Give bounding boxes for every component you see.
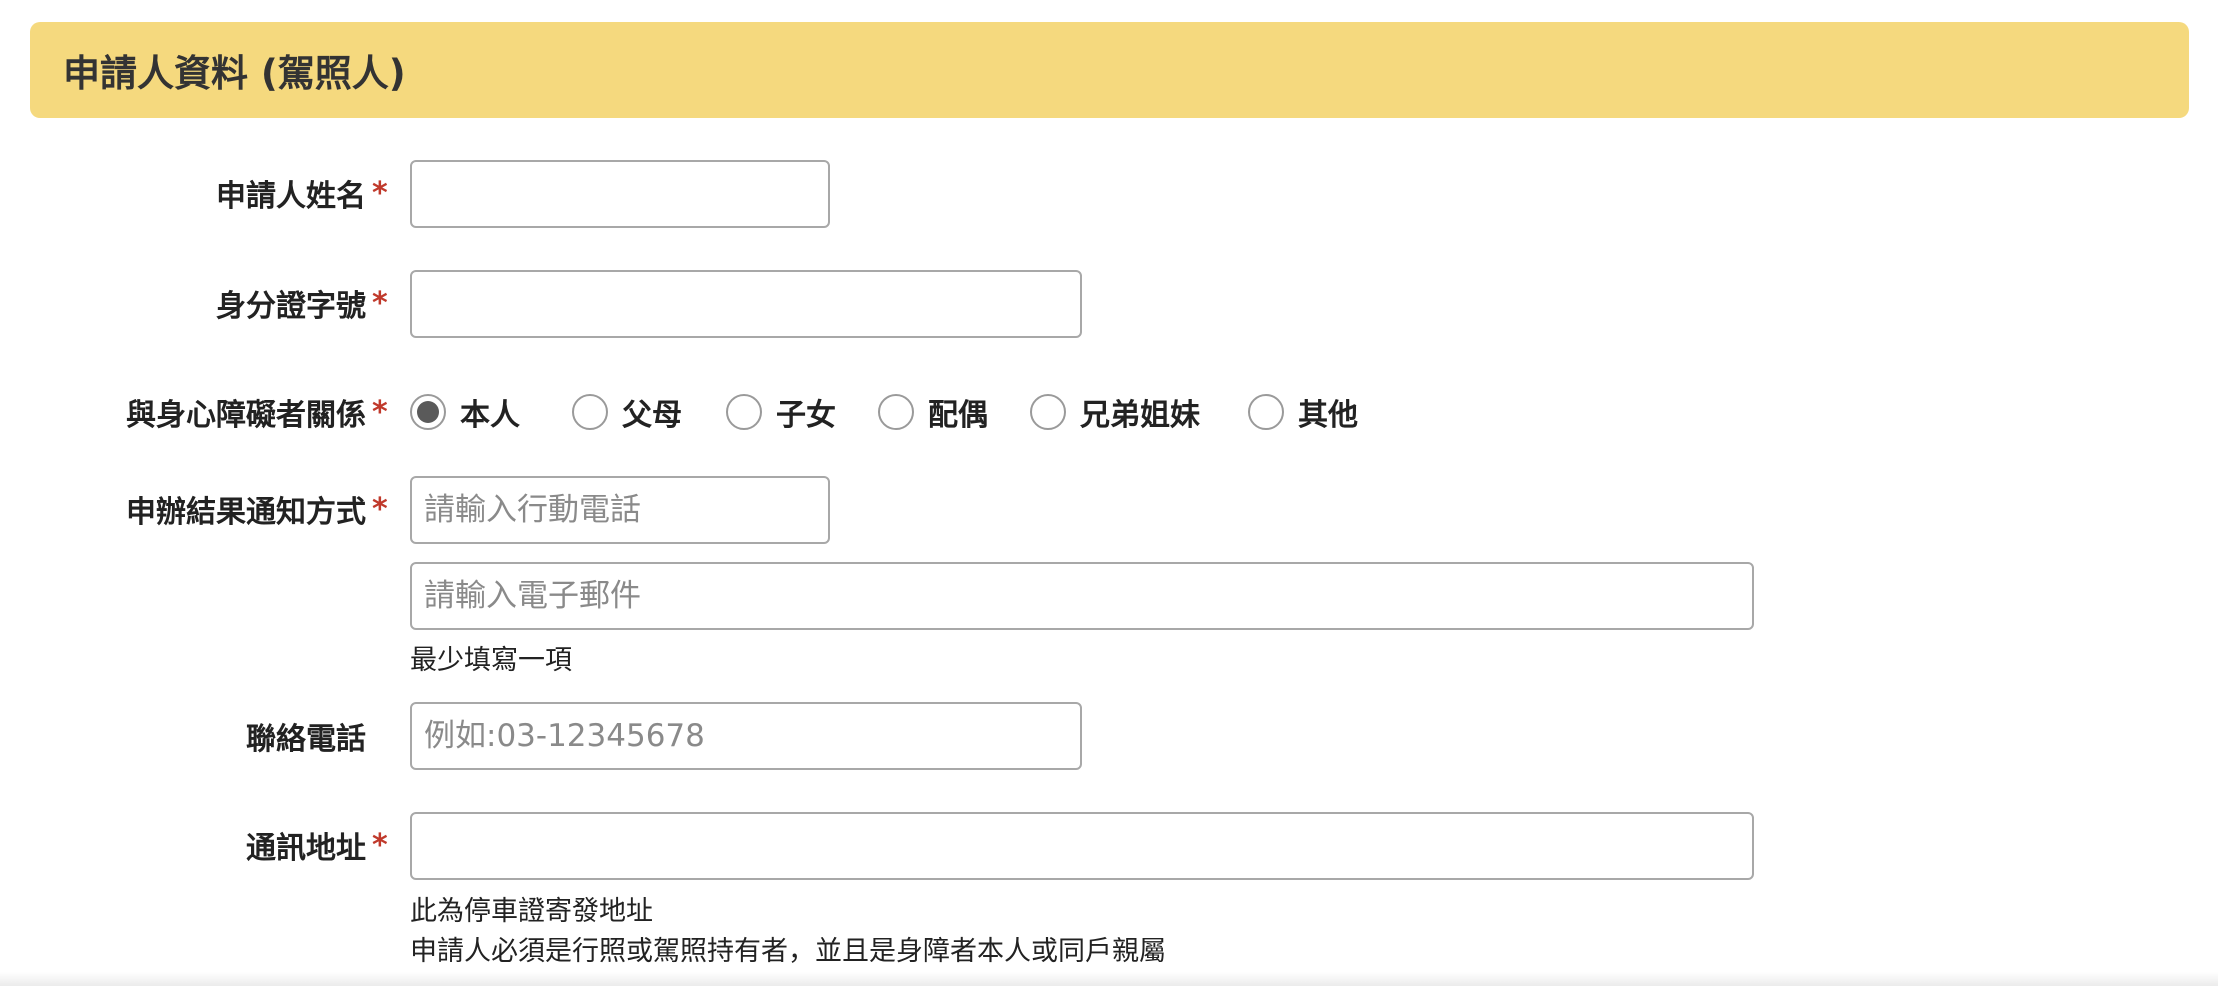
radio-option-children[interactable]: 子女: [726, 390, 836, 434]
section-title: 申請人資料 (駕照人): [63, 52, 406, 95]
notify-label: 申辦結果通知方式 *: [126, 491, 388, 531]
section-header: 申請人資料 (駕照人): [30, 22, 2189, 118]
id-number-input[interactable]: [410, 270, 1082, 338]
contact-phone-label: 聯絡電話*: [246, 722, 366, 757]
address-hint-mailing: 此為停車證寄發地址: [410, 896, 653, 927]
name-label: 申請人姓名 *: [216, 175, 388, 215]
radio-option-other[interactable]: 其他: [1248, 390, 1358, 434]
required-mark: *: [372, 175, 388, 211]
radio-option-self[interactable]: 本人: [410, 390, 520, 434]
required-mark: *: [372, 827, 388, 863]
applicant-name-input[interactable]: [410, 160, 830, 228]
notify-hint: 最少填寫一項: [410, 645, 572, 676]
radio-unchecked-icon[interactable]: [1248, 394, 1284, 430]
bottom-edge-shadow: [0, 972, 2218, 986]
radio-option-parents[interactable]: 父母: [572, 390, 682, 434]
radio-unchecked-icon[interactable]: [1030, 394, 1066, 430]
radio-unchecked-icon[interactable]: [878, 394, 914, 430]
mobile-phone-input[interactable]: [410, 476, 830, 544]
required-mark: *: [372, 491, 388, 527]
required-mark: *: [372, 285, 388, 321]
id-number-label: 身分證字號 *: [216, 285, 388, 325]
address-input[interactable]: [410, 812, 1754, 880]
address-label: 通訊地址 *: [246, 827, 388, 867]
radio-checked-icon[interactable]: [410, 394, 446, 430]
radio-unchecked-icon[interactable]: [572, 394, 608, 430]
relationship-radio-group: 本人 父母 子女 配偶 兄弟姐妹 其他: [410, 390, 1358, 434]
address-hint-eligibility: 申請人必須是行照或駕照持有者，並且是身障者本人或同戶親屬: [410, 936, 1166, 967]
radio-option-spouse[interactable]: 配偶: [878, 390, 988, 434]
radio-unchecked-icon[interactable]: [726, 394, 762, 430]
radio-option-siblings[interactable]: 兄弟姐妹: [1030, 390, 1200, 434]
required-mark: *: [372, 394, 388, 430]
contact-phone-input[interactable]: [410, 702, 1082, 770]
relationship-label: 與身心障礙者關係 *: [126, 394, 388, 434]
email-input[interactable]: [410, 562, 1754, 630]
